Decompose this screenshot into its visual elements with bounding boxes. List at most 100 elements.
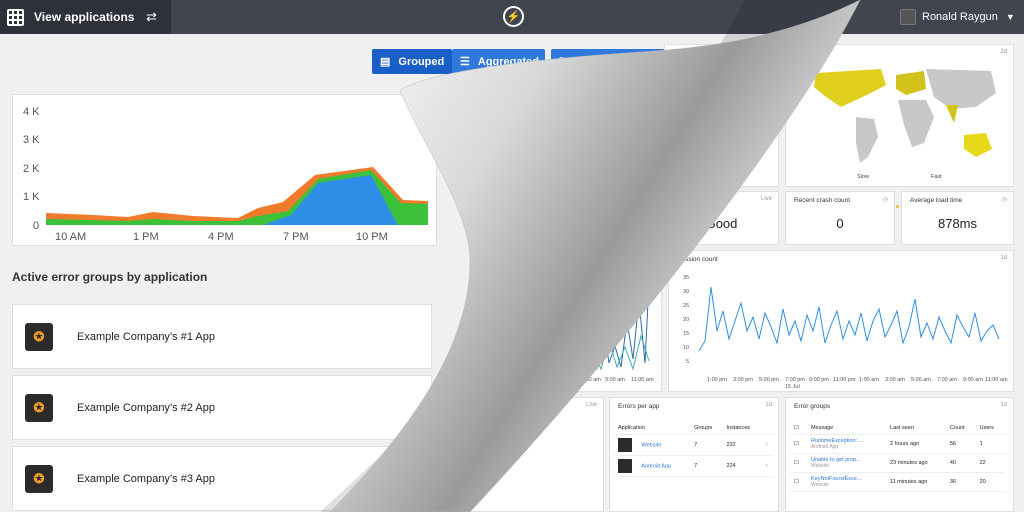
checkbox[interactable]: ☐ <box>790 472 807 492</box>
app-row[interactable]: ✪ Example Company’s #3 App <box>12 446 432 511</box>
error-source: Android App <box>810 444 839 450</box>
legend-fast-label: Fast <box>931 174 942 180</box>
grid-icon <box>7 8 24 26</box>
panel-badge: Live <box>760 196 772 202</box>
list-box-icon: ▤ <box>380 56 391 68</box>
health-score-panel: health score Live Good <box>664 191 779 245</box>
user-name: Ronald Raygun <box>922 11 998 23</box>
section-title: Active error groups by application <box>12 270 208 284</box>
app-logo-icon: ✪ <box>25 322 53 351</box>
app-name: Example Company’s #2 App <box>77 401 215 414</box>
table-row[interactable]: ☐ Unable to get prop... Website 23 minute… <box>790 453 1005 473</box>
last-seen-cell: 23 minutes ago <box>886 453 946 473</box>
panel-title: Average load time <box>910 197 963 204</box>
count-cell: 56 <box>945 434 976 454</box>
list-icon: ☰ <box>460 56 470 68</box>
legend-slow-label: Slow <box>857 174 869 180</box>
x-tick-label: 9:00 am <box>963 377 983 383</box>
checkbox[interactable]: ☐ <box>790 434 807 454</box>
instances-cell: 232 <box>722 434 762 456</box>
app-row[interactable]: ✪ Example Company’s #2 App <box>12 375 432 440</box>
y-tick-label: 3 K <box>23 134 40 146</box>
x-tick-label: 1:00 pm <box>707 377 727 383</box>
groups-cell: 7 <box>690 434 723 456</box>
user-menu[interactable]: Ronald Raygun ▼ <box>900 9 1015 25</box>
range-label: Range: 1 day <box>576 55 645 68</box>
x-tick-label: 3:00 am <box>533 377 553 383</box>
session-series-line <box>698 286 1000 352</box>
x-tick-label: 5:00 pm <box>759 377 779 383</box>
column-header: Count <box>945 422 976 435</box>
app-link[interactable]: Website <box>642 442 662 448</box>
chevron-down-icon: ▼ <box>1005 12 1015 22</box>
shuffle-icon[interactable]: ⇄ <box>146 9 157 25</box>
chart-svg: 4 K 3 K 2 K 1 K 0 10 AM 1 PM 4 PM 7 PM 1… <box>23 106 428 243</box>
x-tick-label: 3:00 pm <box>733 377 753 383</box>
checkbox[interactable]: ☐ <box>790 453 807 473</box>
crash-count-value: 0 <box>836 216 844 231</box>
x-tick-label: 1:00 am <box>859 377 879 383</box>
raygun-logo-icon[interactable]: ⚡ <box>503 6 524 27</box>
map-panel-left <box>664 44 779 187</box>
x-tick-label: 1:00 am <box>509 377 529 383</box>
panel-title: Error groups <box>794 403 831 410</box>
panel-badge: Live <box>585 402 597 408</box>
range-dropdown[interactable]: ↻ Range: 1 day ▼ <box>551 49 671 74</box>
column-header: Instances <box>722 422 762 435</box>
users-cell: 1 <box>975 434 1005 454</box>
clock-icon: ◷ <box>882 197 888 203</box>
app-link[interactable]: Android App <box>641 463 671 469</box>
instances-cell: 224 <box>722 455 762 477</box>
y-tick-label: 2 K <box>23 163 40 175</box>
panel-title: Errors per app <box>618 403 660 410</box>
x-tick-label: 7:00 pm <box>785 377 805 383</box>
errors-per-app-panel: Errors per app 1d Application Groups Ins… <box>609 397 779 512</box>
left-line-chart-panel: 1d 1:00 am 3:00 am 5:00 am 7:00 am 9:00 … <box>490 250 662 392</box>
column-header: Last seen <box>886 422 946 435</box>
errors-per-app-table: Application Groups Instances Website 7 2… <box>614 422 774 477</box>
x-tick-label: 11:00 pm <box>833 377 856 383</box>
x-tick-label: 4 PM <box>208 231 234 243</box>
table-header-row: Application Groups Instances <box>614 422 774 435</box>
view-applications-label: View applications <box>34 10 135 24</box>
grouped-button[interactable]: ▤ Grouped <box>372 49 452 74</box>
y-tick-label: 5 <box>686 359 689 365</box>
y-tick-label: 15 <box>683 331 689 337</box>
map-australia <box>964 133 992 157</box>
x-tick-label: 5:00 am <box>911 377 931 383</box>
y-tick-label: 1 K <box>23 191 40 203</box>
app-cell: Website <box>614 434 691 456</box>
session-line-chart: 35 30 25 20 15 10 5 1:00 pm 3:00 pm 5:00… <box>683 275 1008 390</box>
checkbox[interactable]: ☐ <box>790 422 807 435</box>
panel-badge: 1d <box>1000 402 1007 408</box>
table-header-row: ☐ Message Last seen Count Users <box>790 422 1005 435</box>
map-region <box>733 143 745 157</box>
app-row[interactable]: ✪ Example Company’s #1 App <box>12 304 432 369</box>
grouped-label: Grouped <box>398 55 445 68</box>
panel-title: Recent crash count <box>794 197 851 204</box>
map-asia <box>926 69 996 109</box>
users-cell: 22 <box>975 453 1005 473</box>
aggregated-button[interactable]: ☰ Aggregated <box>452 49 545 74</box>
x-tick-label: 7:00 am <box>581 377 601 383</box>
chevron-right-icon[interactable]: › <box>761 434 774 456</box>
app-name: Example Company’s #1 App <box>77 330 215 343</box>
view-applications-button[interactable]: View applications ⇄ <box>0 0 171 34</box>
map-north-america <box>814 69 886 107</box>
refresh-icon: ↻ <box>559 56 569 68</box>
map-europe <box>896 71 926 95</box>
column-header: Groups <box>690 422 723 435</box>
chevron-right-icon[interactable]: › <box>761 455 774 477</box>
column-header: Message <box>806 422 887 435</box>
count-cell: 36 <box>945 472 976 492</box>
x-tick-label: 3:00 am <box>885 377 905 383</box>
session-count-panel: Session count 1d 35 30 25 20 15 10 5 1:0… <box>668 250 1014 392</box>
table-row[interactable]: ☐ KeyNotFoundExce... Website 11 minutes a… <box>790 472 1005 492</box>
table-row[interactable]: ☐ RuntimeException: ... Android App 2 hou… <box>790 434 1005 454</box>
load-time-value: 878ms <box>937 216 978 231</box>
y-tick-label: 0 <box>33 220 39 232</box>
column-header: Application <box>614 422 691 435</box>
legend-dot <box>896 205 899 208</box>
table-row[interactable]: Android App 7 224 › <box>614 455 774 477</box>
table-row[interactable]: Website 7 232 › <box>614 434 774 456</box>
